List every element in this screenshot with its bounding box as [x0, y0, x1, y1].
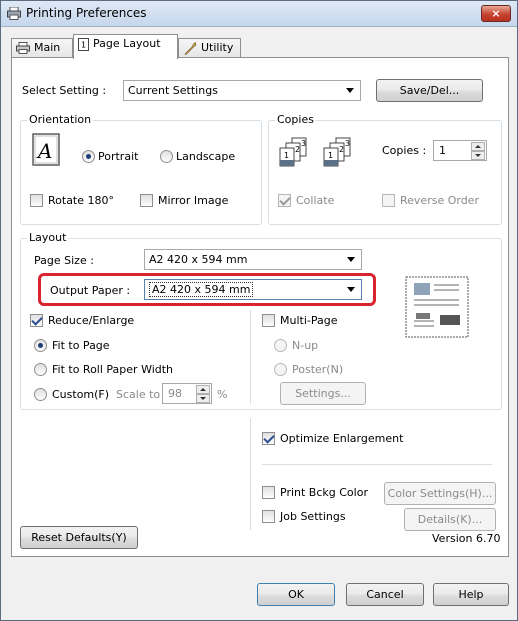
spin-up-icon[interactable] — [471, 142, 485, 151]
svg-text:2: 2 — [339, 145, 344, 154]
options-divider — [250, 418, 251, 530]
version-text: Version 6.70 — [432, 532, 501, 545]
nup-label: N-up — [292, 339, 319, 352]
svg-text:1: 1 — [328, 151, 333, 160]
tab-utility[interactable]: Utility — [178, 38, 241, 58]
svg-text:2: 2 — [295, 145, 300, 154]
svg-text:A: A — [36, 139, 52, 163]
printer-icon — [16, 42, 30, 54]
spin-down-icon[interactable] — [471, 151, 485, 160]
reduce-enlarge-checkbox[interactable] — [30, 314, 43, 327]
orientation-group-label: Orientation — [27, 113, 94, 126]
copies-group-label: Copies — [275, 113, 316, 126]
fit-to-page-radio[interactable] — [34, 339, 47, 352]
job-settings-label: Job Settings — [280, 510, 346, 523]
details-button[interactable]: Details(K)... — [404, 508, 496, 531]
chevron-down-icon — [346, 88, 354, 93]
fit-roll-width-radio[interactable] — [34, 363, 47, 376]
fit-to-page-label: Fit to Page — [52, 339, 110, 352]
scale-to-label: Scale to — [116, 388, 161, 401]
mirror-image-label: Mirror Image — [158, 194, 229, 207]
collate-pages-icon: 321 321 — [279, 137, 351, 167]
poster-label: Poster(N) — [292, 363, 344, 376]
printer-icon — [7, 7, 21, 20]
copies-label: Copies : — [382, 144, 427, 157]
custom-radio[interactable] — [34, 388, 47, 401]
scale-unit: % — [217, 388, 228, 401]
page-size-dropdown[interactable]: A2 420 x 594 mm — [144, 249, 362, 270]
reset-defaults-button[interactable]: Reset Defaults(Y) — [20, 526, 138, 549]
nup-radio[interactable] — [274, 339, 287, 352]
print-bckg-color-label: Print Bckg Color — [280, 486, 368, 499]
help-button[interactable]: Help — [433, 583, 509, 606]
page-size-label: Page Size : — [34, 254, 94, 267]
portrait-label: Portrait — [98, 150, 139, 163]
spin-up-icon[interactable] — [196, 385, 210, 394]
landscape-radio[interactable] — [160, 150, 173, 163]
page-size-value: A2 420 x 594 mm — [149, 253, 248, 266]
reverse-order-label: Reverse Order — [400, 194, 479, 207]
layout-group-label: Layout — [27, 231, 69, 244]
printing-preferences-window: Printing Preferences × Main 1 Page Layou… — [0, 0, 518, 621]
custom-label: Custom(F) — [52, 388, 110, 401]
svg-text:1: 1 — [81, 40, 86, 49]
options-separator — [262, 464, 492, 465]
tab-page-layout-label: Page Layout — [93, 37, 161, 50]
layout-divider — [250, 310, 251, 404]
svg-text:1: 1 — [284, 151, 289, 160]
poster-radio[interactable] — [274, 363, 287, 376]
color-settings-button[interactable]: Color Settings(H)... — [384, 482, 496, 505]
optimize-enlargement-checkbox[interactable] — [262, 432, 275, 445]
tab-main-label: Main — [34, 41, 61, 54]
fit-roll-width-label: Fit to Roll Paper Width — [52, 363, 174, 376]
tab-page-layout[interactable]: 1 Page Layout — [73, 34, 178, 59]
chevron-down-icon — [347, 287, 355, 292]
select-setting-dropdown[interactable]: Current Settings — [123, 80, 361, 101]
mirror-image-checkbox[interactable] — [140, 194, 153, 207]
window-title: Printing Preferences — [26, 6, 147, 20]
portrait-page-icon: A — [32, 133, 60, 166]
portrait-radio[interactable] — [82, 150, 95, 163]
close-button[interactable]: × — [481, 5, 511, 22]
job-settings-checkbox[interactable] — [262, 510, 275, 523]
wrench-icon — [184, 41, 197, 55]
collate-label: Collate — [296, 194, 335, 207]
output-paper-value: A2 420 x 594 mm — [149, 282, 254, 297]
page-layout-panel: Select Setting : Current Settings Save/D… — [11, 57, 509, 557]
svg-text:3: 3 — [345, 139, 350, 148]
select-setting-label: Select Setting : — [22, 84, 107, 97]
collate-checkbox[interactable] — [278, 194, 291, 207]
tab-main[interactable]: Main — [11, 38, 73, 58]
output-paper-label: Output Paper : — [50, 284, 131, 297]
reverse-order-checkbox[interactable] — [382, 194, 395, 207]
title-bar: Printing Preferences × — [1, 1, 517, 27]
scale-stepper[interactable]: 98 — [162, 383, 212, 404]
print-bckg-color-checkbox[interactable] — [262, 486, 275, 499]
save-del-button[interactable]: Save/Del... — [376, 79, 483, 102]
rotate-180-checkbox[interactable] — [30, 194, 43, 207]
reduce-enlarge-label: Reduce/Enlarge — [48, 314, 135, 327]
copies-value: 1 — [439, 144, 446, 157]
landscape-label: Landscape — [176, 150, 236, 163]
page-layout-icon: 1 — [78, 37, 89, 51]
output-paper-dropdown[interactable]: A2 420 x 594 mm — [144, 279, 362, 300]
output-paper-preview-icon — [405, 276, 469, 338]
copies-stepper[interactable]: 1 — [433, 140, 487, 161]
multi-page-checkbox[interactable] — [262, 314, 275, 327]
tab-utility-label: Utility — [201, 41, 234, 54]
cancel-button[interactable]: Cancel — [346, 583, 424, 606]
svg-text:3: 3 — [301, 139, 306, 148]
rotate-180-label: Rotate 180° — [48, 194, 115, 207]
multi-page-label: Multi-Page — [280, 314, 338, 327]
layout-settings-button[interactable]: Settings... — [280, 382, 366, 405]
chevron-down-icon — [347, 257, 355, 262]
scale-value: 98 — [168, 387, 182, 400]
ok-button[interactable]: OK — [257, 583, 335, 606]
optimize-enlargement-label: Optimize Enlargement — [280, 432, 404, 445]
spin-down-icon[interactable] — [196, 394, 210, 403]
select-setting-value: Current Settings — [128, 84, 218, 97]
